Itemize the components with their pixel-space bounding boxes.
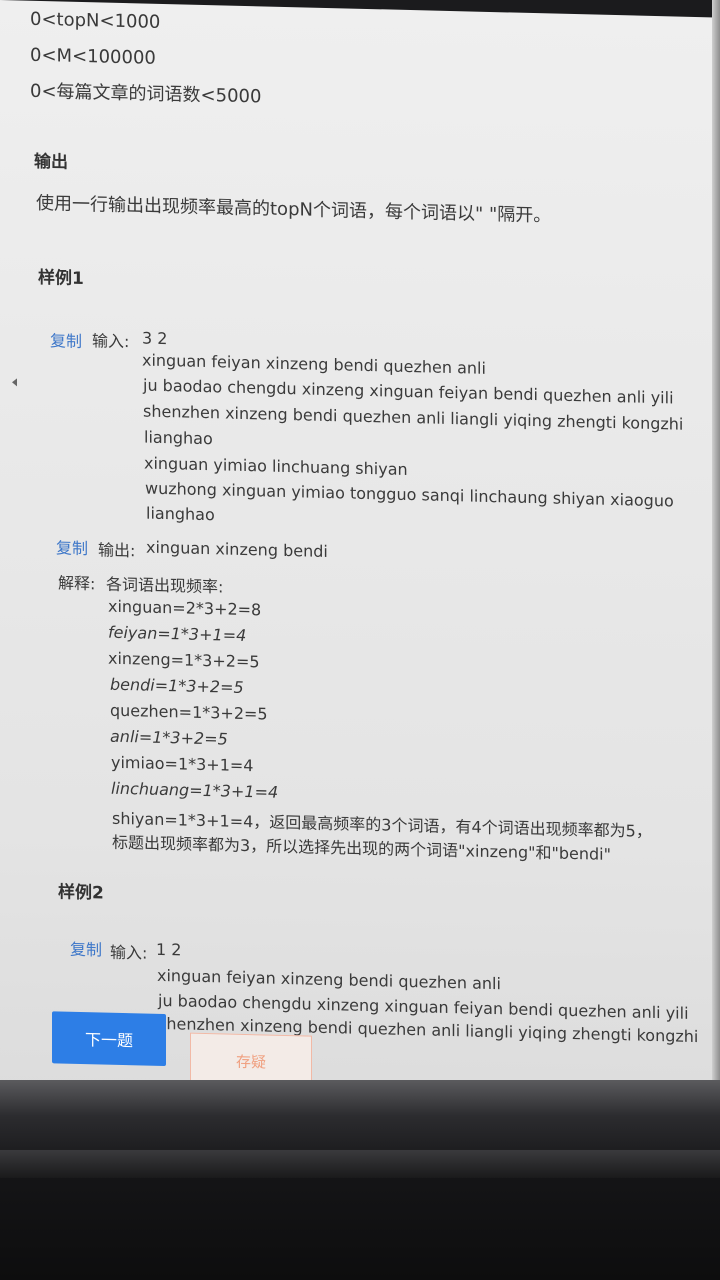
constraint-m: 0<M<100000 — [30, 44, 156, 69]
example2-input-first-line: 1 2 — [156, 939, 182, 960]
example1-input-copy-button[interactable]: 复制 — [50, 327, 82, 352]
screen-edge — [712, 0, 720, 1080]
explain-line: bendi=1*3+2=5 — [110, 674, 244, 697]
example1-explain-label: 解释: — [58, 573, 96, 594]
monitor-bezel — [0, 1080, 720, 1280]
example2-heading: 样例2 — [58, 882, 104, 904]
monitor-bezel-edge — [0, 1150, 720, 1178]
explain-line: yimiao=1*3+1=4 — [111, 752, 254, 776]
example1-input-line: wuzhong xinguan yimiao tongguo sanqi lin… — [145, 478, 674, 511]
example1-output-copy-button[interactable]: 复制 — [56, 534, 88, 559]
example1-input-line: xinguan yimiao linchuang shiyan — [144, 453, 408, 479]
example1-input-line: lianghao — [146, 503, 215, 525]
output-heading: 输出 — [34, 151, 68, 173]
explain-line: quezhen=1*3+2=5 — [110, 700, 268, 724]
next-question-button[interactable]: 下一题 — [52, 1011, 166, 1067]
example1-output-value: xinguan xinzeng bendi — [146, 537, 328, 562]
explain-line: anli=1*3+2=5 — [110, 726, 228, 749]
example2-input-line: xinguan feiyan xinzeng bendi quezhen anl… — [157, 965, 501, 994]
example1-input-label: 输入: — [92, 331, 130, 352]
constraint-topn: 0<topN<1000 — [30, 8, 161, 33]
example1-input-line: lianghao — [144, 427, 213, 449]
explain-line: xinzeng=1*3+2=5 — [108, 648, 260, 672]
collapse-arrow-icon[interactable] — [12, 378, 17, 387]
example2-input-copy-button[interactable]: 复制 — [70, 936, 102, 961]
example1-output-label: 输出: — [98, 540, 136, 561]
output-description: 使用一行输出出现频率最高的topN个词语，每个词语以" "隔开。 — [36, 192, 552, 227]
example2-input-label: 输入: — [110, 942, 148, 963]
example1-heading: 样例1 — [38, 267, 84, 290]
example1-explain-intro: 各词语出现频率: — [106, 574, 224, 597]
example1-input-first-line: 3 2 — [142, 328, 168, 349]
explain-line: xinguan=2*3+2=8 — [108, 596, 262, 620]
example1-input-line: shenzhen xinzeng bendi quezhen anli lian… — [143, 401, 684, 434]
example1-input-line: xinguan feiyan xinzeng bendi quezhen anl… — [142, 350, 486, 378]
explain-line: feiyan=1*3+1=4 — [108, 622, 247, 646]
monitor-screen: 0<topN<1000 0<M<100000 0<每篇文章的词语数<5000 输… — [0, 0, 720, 1118]
explain-line: linchuang=1*3+1=4 — [111, 778, 279, 802]
constraint-word-count: 0<每篇文章的词语数<5000 — [30, 80, 262, 108]
